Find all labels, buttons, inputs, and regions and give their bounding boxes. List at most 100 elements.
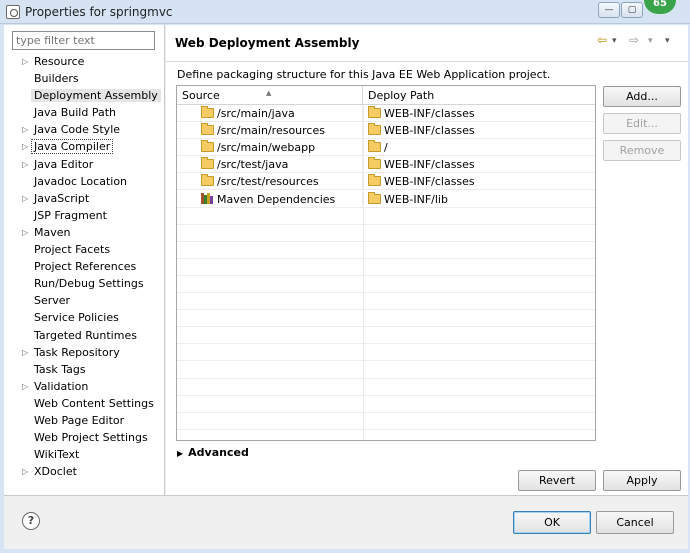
view-menu-icon[interactable]: ▾ — [665, 36, 670, 46]
nav-item-project-references[interactable]: Project References — [4, 258, 164, 275]
nav-item-maven[interactable]: ▷ Maven — [4, 224, 164, 241]
source-path: /src/main/webapp — [217, 141, 316, 155]
nav-item-label: Targeted Runtimes — [34, 328, 137, 342]
nav-item-label: Web Page Editor — [34, 413, 125, 427]
nav-item-javadoc-location[interactable]: Javadoc Location — [4, 173, 164, 190]
nav-item-server[interactable]: Server — [4, 292, 164, 309]
nav-item-xdoclet[interactable]: ▷ XDoclet — [4, 463, 164, 480]
expand-arrow-icon[interactable]: ▷ — [22, 224, 28, 241]
table-row — [177, 413, 595, 430]
table-row — [177, 344, 595, 362]
column-header-deploy-path[interactable]: Deploy Path — [363, 86, 595, 105]
back-arrow-icon[interactable]: ⇦ — [597, 33, 607, 47]
table-row[interactable]: /src/main/java WEB-INF/classes — [177, 105, 595, 123]
source-cell[interactable]: /src/main/resources — [177, 122, 363, 140]
table-row — [177, 379, 595, 396]
nav-item-task-repository[interactable]: ▷ Task Repository — [4, 344, 164, 361]
deploy-path-cell[interactable]: / — [363, 139, 595, 156]
title-separator — [166, 61, 688, 62]
back-menu-icon[interactable]: ▾ — [612, 36, 617, 46]
source-cell[interactable]: /src/test/java — [177, 156, 363, 174]
expand-arrow-icon[interactable]: ▷ — [22, 121, 28, 138]
folder-icon — [368, 123, 381, 136]
nav-item-label: Resource — [34, 55, 85, 68]
expand-arrow-icon[interactable]: ▷ — [22, 344, 28, 361]
nav-item-label: Maven — [34, 225, 71, 239]
nav-item-label: Java Editor — [34, 157, 94, 171]
nav-item-label: Project Facets — [34, 243, 111, 257]
nav-item-targeted-runtimes[interactable]: Targeted Runtimes — [4, 327, 164, 344]
deploy-path-cell[interactable]: WEB-INF/lib — [363, 191, 595, 208]
expand-arrow-icon[interactable]: ▷ — [22, 138, 28, 155]
expand-arrow-icon[interactable]: ▷ — [22, 156, 28, 173]
deploy-path-cell[interactable]: WEB-INF/classes — [363, 122, 595, 139]
nav-item-jsp-fragment[interactable]: JSP Fragment — [4, 207, 164, 224]
expand-arrow-icon[interactable]: ▷ — [22, 378, 28, 395]
table-header: ▲ Source Deploy Path — [177, 86, 595, 105]
nav-item-deployment-assembly[interactable]: Deployment Assembly — [4, 87, 164, 104]
expand-arrow-icon[interactable]: ▷ — [22, 190, 28, 207]
nav-item-java-build-path[interactable]: Java Build Path — [4, 104, 164, 121]
nav-item-wikitext[interactable]: WikiText — [4, 446, 164, 463]
expand-triangle-icon: ▶ — [177, 449, 184, 458]
page-content: Web Deployment Assembly ⇦ ▾ ⇨ ▾ ▾ Define… — [166, 25, 688, 495]
nav-item-javascript[interactable]: ▷ JavaScript — [4, 190, 164, 207]
table-row[interactable]: /src/main/resources WEB-INF/classes — [177, 122, 595, 140]
table-row[interactable]: /src/main/webapp / — [177, 139, 595, 157]
apply-button[interactable]: Apply — [603, 470, 681, 491]
nav-item-web-content-settings[interactable]: Web Content Settings — [4, 395, 164, 412]
sort-caret-icon: ▲ — [266, 89, 272, 97]
advanced-toggle[interactable]: ▶ Advanced — [177, 446, 249, 459]
nav-item-java-code-style[interactable]: ▷ Java Code Style — [4, 121, 164, 138]
nav-item-label: Validation — [34, 379, 89, 393]
nav-item-java-compiler[interactable]: ▷ Java Compiler — [4, 138, 164, 155]
nav-item-builders[interactable]: Builders — [4, 70, 164, 87]
table-row — [177, 242, 595, 259]
library-icon — [201, 192, 214, 204]
eclipse-icon — [6, 5, 20, 19]
nav-item-label: Deployment Assembly — [31, 89, 161, 103]
nav-item-run-debug-settings[interactable]: Run/Debug Settings — [4, 275, 164, 292]
nav-item-web-project-settings[interactable]: Web Project Settings — [4, 429, 164, 446]
title-bar: Properties for springmvc — ▢ 65 — [0, 0, 690, 24]
table-row[interactable]: /src/test/java WEB-INF/classes — [177, 156, 595, 174]
deploy-path: WEB-INF/lib — [384, 192, 448, 206]
nav-item-project-facets[interactable]: Project Facets — [4, 241, 164, 258]
source-path: /src/test/java — [217, 158, 289, 172]
column-header-source[interactable]: ▲ Source — [177, 86, 363, 105]
source-cell[interactable]: /src/test/resources — [177, 173, 363, 191]
assembly-table: ▲ Source Deploy Path /src/main/java WEB-I… — [176, 85, 596, 441]
expand-arrow-icon[interactable]: ▷ — [22, 463, 28, 480]
expand-arrow-icon[interactable]: ▷ — [22, 53, 28, 70]
remove-button[interactable]: Remove — [603, 140, 681, 161]
deploy-path-cell[interactable]: WEB-INF/classes — [363, 173, 595, 190]
edit-button[interactable]: Edit... — [603, 113, 681, 134]
maximize-button[interactable]: ▢ — [621, 2, 643, 18]
folder-icon — [368, 157, 381, 170]
help-icon[interactable]: ? — [22, 512, 40, 530]
source-cell[interactable]: /src/main/java — [177, 105, 363, 122]
forward-menu-icon[interactable]: ▾ — [648, 36, 653, 46]
notification-badge[interactable]: 65 — [644, 0, 676, 14]
source-cell[interactable]: Maven Dependencies — [177, 190, 363, 208]
revert-button[interactable]: Revert — [518, 470, 596, 491]
nav-item-resource[interactable]: ▷ Resource — [4, 53, 164, 70]
table-row[interactable]: Maven Dependencies WEB-INF/lib — [177, 190, 595, 208]
nav-item-web-page-editor[interactable]: Web Page Editor — [4, 412, 164, 429]
deploy-path-cell[interactable]: WEB-INF/classes — [363, 156, 595, 173]
folder-icon — [368, 174, 381, 187]
deploy-path-cell[interactable]: WEB-INF/classes — [363, 105, 595, 122]
nav-item-task-tags[interactable]: Task Tags — [4, 361, 164, 378]
nav-item-validation[interactable]: ▷ Validation — [4, 378, 164, 395]
minimize-button[interactable]: — — [598, 2, 620, 18]
table-row — [177, 259, 595, 276]
cancel-button[interactable]: Cancel — [596, 511, 674, 534]
ok-button[interactable]: OK — [513, 511, 591, 534]
table-row[interactable]: /src/test/resources WEB-INF/classes — [177, 173, 595, 191]
add-button[interactable]: Add... — [603, 86, 681, 107]
nav-item-java-editor[interactable]: ▷ Java Editor — [4, 156, 164, 173]
forward-arrow-icon[interactable]: ⇨ — [629, 33, 639, 47]
source-cell[interactable]: /src/main/webapp — [177, 139, 363, 157]
nav-item-service-policies[interactable]: Service Policies — [4, 309, 164, 326]
filter-input[interactable] — [12, 31, 155, 50]
